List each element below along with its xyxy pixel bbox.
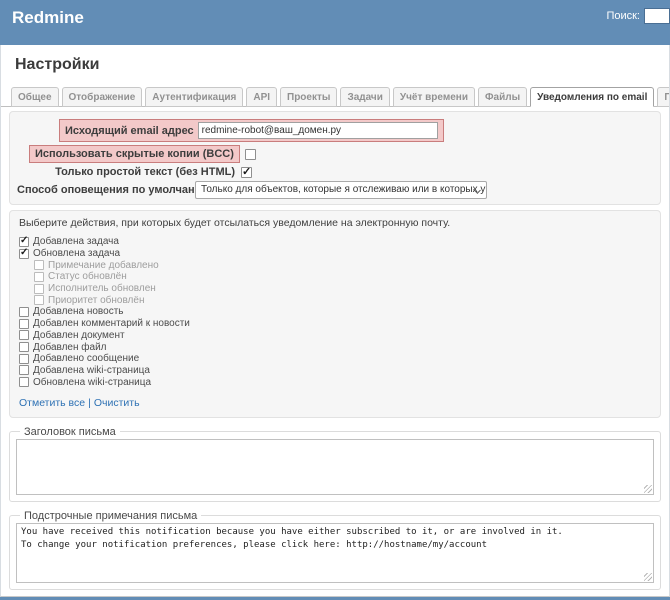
events-list: Добавлена задачаОбновлена задачаПримечан… — [19, 236, 651, 388]
event-label: Добавлен комментарий к новости — [33, 318, 190, 329]
event-checkbox[interactable] — [34, 284, 44, 294]
default-notification-value: Только для объектов, которые я отслежива… — [201, 184, 487, 195]
event-checkbox[interactable] — [19, 237, 29, 247]
event-label: Добавлена новость — [33, 306, 123, 317]
app-title: Redmine — [12, 8, 84, 28]
default-notification-row: Способ оповещения по умолчанию Только дл… — [17, 181, 653, 199]
page-title: Настройки — [15, 56, 669, 74]
default-notification-select[interactable]: Только для объектов, которые я отслежива… — [195, 181, 487, 199]
event-label: Добавлен документ — [33, 330, 125, 341]
event-checkbox[interactable] — [19, 354, 29, 364]
mail-from-input[interactable] — [198, 122, 438, 139]
tab-Общее[interactable]: Общее — [11, 87, 59, 107]
tab-Задачи[interactable]: Задачи — [340, 87, 389, 107]
event-row: Приоритет обновлён — [19, 294, 651, 306]
email-footer-legend: Подстрочные примечания письма — [20, 510, 201, 522]
settings-tabs: ОбщееОтображениеАутентификацияAPIПроекты… — [1, 87, 669, 107]
event-row: Добавлена новость — [19, 306, 651, 318]
email-header-fieldset: Заголовок письма — [9, 426, 661, 502]
event-label: Добавлена задача — [33, 236, 119, 247]
event-row: Исполнитель обновлен — [19, 283, 651, 295]
notification-events-box: Выберите действия, при которых будет отс… — [9, 210, 661, 418]
top-header: Redmine Поиск: — [0, 0, 670, 45]
event-row: Добавлен комментарий к новости — [19, 318, 651, 330]
event-checkbox[interactable] — [19, 307, 29, 317]
event-row: Примечание добавлено — [19, 259, 651, 271]
search-input[interactable] — [644, 8, 670, 24]
event-label: Добавлено сообщение — [33, 353, 139, 364]
search-area: Поиск: — [606, 8, 670, 24]
event-row: Обновлена задача — [19, 248, 651, 260]
event-label: Обновлена wiki-страница — [33, 377, 151, 388]
clear-link[interactable]: Очистить — [94, 397, 140, 409]
email-header-textarea[interactable] — [16, 439, 654, 495]
event-label: Примечание добавлено — [48, 260, 159, 271]
event-row: Добавлен документ — [19, 330, 651, 342]
event-checkbox[interactable] — [34, 272, 44, 282]
tab-Проекты[interactable]: Проекты — [280, 87, 337, 107]
events-links-row: Отметить все|Очистить — [19, 397, 651, 409]
events-intro: Выберите действия, при которых будет отс… — [19, 217, 651, 229]
event-row: Добавлена задача — [19, 236, 651, 248]
plain-text-row: Только простой текст (без HTML) — [17, 166, 653, 178]
event-checkbox[interactable] — [19, 342, 29, 352]
event-label: Обновлена задача — [33, 248, 120, 259]
event-checkbox[interactable] — [19, 365, 29, 375]
event-label: Исполнитель обновлен — [48, 283, 156, 294]
mail-from-row: Исходящий email адрес — [17, 119, 653, 142]
default-notification-label: Способ оповещения по умолчанию — [17, 184, 191, 196]
bcc-label: Использовать скрытые копии (BCC) — [35, 148, 234, 160]
email-footer-fieldset: Подстрочные примечания письма You have r… — [9, 510, 661, 590]
event-checkbox[interactable] — [19, 377, 29, 387]
mail-from-highlight: Исходящий email адрес — [59, 119, 444, 142]
plain-text-label: Только простой текст (без HTML) — [17, 166, 235, 178]
bcc-row: Использовать скрытые копии (BCC) — [17, 145, 653, 163]
main-content: Настройки ОбщееОтображениеАутентификация… — [0, 45, 670, 597]
email-settings-box: Исходящий email адрес Использовать скрыт… — [9, 111, 661, 205]
tab-Учёт времени[interactable]: Учёт времени — [393, 87, 475, 107]
check-all-link[interactable]: Отметить все — [19, 397, 85, 409]
links-separator: | — [88, 397, 91, 409]
search-label: Поиск: — [606, 10, 640, 22]
event-row: Обновлена wiki-страница — [19, 376, 651, 388]
event-checkbox[interactable] — [34, 295, 44, 305]
event-row: Добавлен файл — [19, 341, 651, 353]
email-footer-textarea[interactable]: You have received this notification beca… — [16, 523, 654, 583]
event-row: Статус обновлён — [19, 271, 651, 283]
mail-from-label: Исходящий email адрес — [65, 125, 194, 137]
email-header-legend: Заголовок письма — [20, 426, 120, 438]
bcc-checkbox[interactable] — [245, 149, 256, 160]
tab-Аутентификация[interactable]: Аутентификация — [145, 87, 243, 107]
event-checkbox[interactable] — [34, 260, 44, 270]
event-checkbox[interactable] — [19, 330, 29, 340]
event-label: Приоритет обновлён — [48, 295, 144, 306]
event-row: Добавлена wiki-страница — [19, 365, 651, 377]
tab-Приём сообщений[interactable]: Приём сообщений — [657, 87, 670, 107]
event-checkbox[interactable] — [19, 319, 29, 329]
event-label: Статус обновлён — [48, 271, 127, 282]
tab-Отображение[interactable]: Отображение — [62, 87, 143, 107]
event-label: Добавлен файл — [33, 342, 107, 353]
tab-Уведомления по email[interactable]: Уведомления по email — [530, 87, 654, 107]
plain-text-checkbox[interactable] — [241, 167, 252, 178]
event-checkbox[interactable] — [19, 249, 29, 259]
tab-API[interactable]: API — [246, 87, 277, 107]
bcc-highlight: Использовать скрытые копии (BCC) — [29, 145, 240, 163]
tab-Файлы[interactable]: Файлы — [478, 87, 527, 107]
event-row: Добавлено сообщение — [19, 353, 651, 365]
event-label: Добавлена wiki-страница — [33, 365, 150, 376]
